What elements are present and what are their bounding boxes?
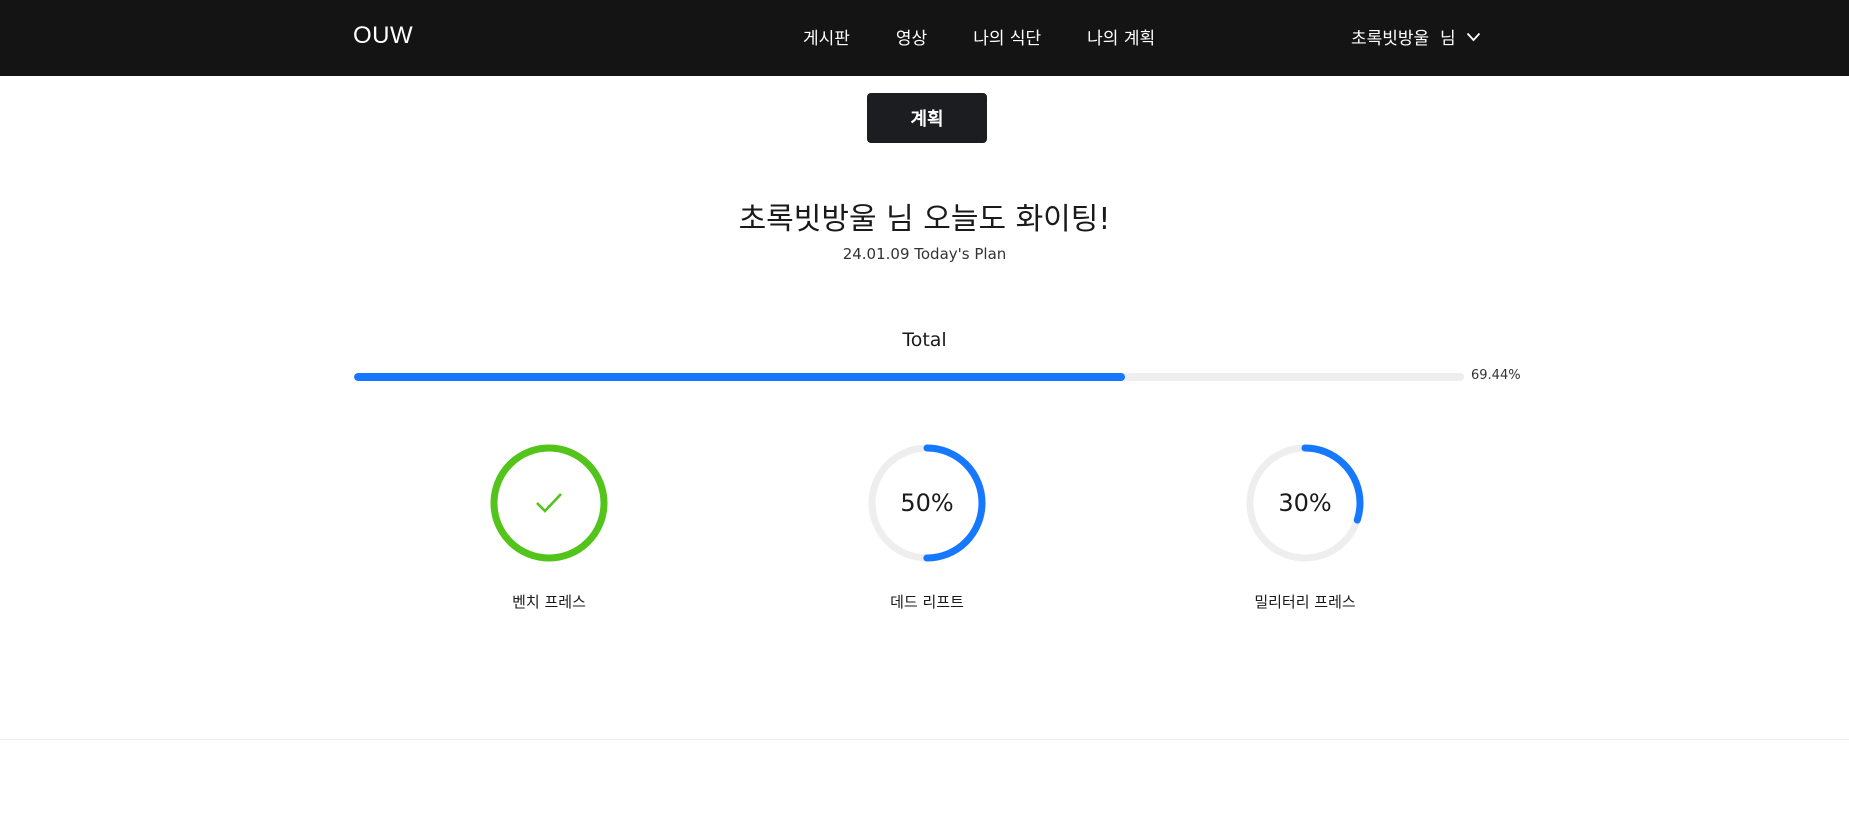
total-progress-percent: 69.44% xyxy=(1471,368,1521,383)
user-name: 초록빗방울 님 xyxy=(1351,29,1456,49)
main-nav: 게시판 영상 나의 식단 나의 계획 xyxy=(803,24,1201,49)
exercise-percent: 50% xyxy=(900,489,954,517)
total-progress-fill xyxy=(354,373,1125,381)
exercise-item-deadlift: 50% 데드 리프트 xyxy=(847,443,1007,613)
footer-divider xyxy=(0,739,1849,740)
user-menu-dropdown[interactable]: 초록빗방울 님 xyxy=(1351,24,1481,49)
exercise-name: 데드 리프트 xyxy=(890,593,964,611)
total-progress-bar xyxy=(354,373,1464,381)
nav-link-my-plan[interactable]: 나의 계획 xyxy=(1087,24,1155,49)
plan-button[interactable]: 계획 xyxy=(867,93,987,143)
nav-link-videos[interactable]: 영상 xyxy=(896,24,927,49)
plan-date-subtitle: 24.01.09 Today's Plan xyxy=(842,245,1007,263)
check-icon xyxy=(536,493,562,513)
exercise-item-bench-press: 벤치 프레스 xyxy=(469,443,629,613)
exercise-item-military-press: 30% 밀리터리 프레스 xyxy=(1225,443,1385,613)
exercise-name: 벤치 프레스 xyxy=(512,593,586,611)
nav-link-my-diet[interactable]: 나의 식단 xyxy=(973,24,1041,49)
nav-link-board[interactable]: 게시판 xyxy=(803,24,850,49)
exercise-percent: 30% xyxy=(1278,489,1332,517)
page-greeting: 초록빗방울 님 오늘도 화이팅! xyxy=(738,202,1111,237)
chevron-down-icon xyxy=(1466,32,1480,41)
top-navbar: OUW 게시판 영상 나의 식단 나의 계획 초록빗방울 님 xyxy=(0,0,1849,76)
brand-logo[interactable]: OUW xyxy=(353,22,413,50)
exercise-name: 밀리터리 프레스 xyxy=(1254,593,1356,611)
total-label: Total xyxy=(902,329,947,351)
